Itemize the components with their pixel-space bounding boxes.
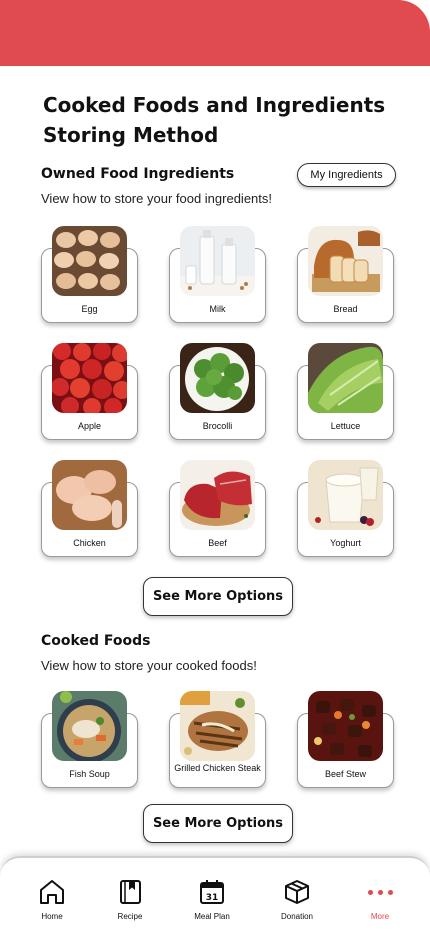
ingredient-card-bread[interactable]: Bread [297, 226, 394, 326]
nav-more[interactable]: More [345, 878, 415, 921]
calendar-icon: 31 [200, 880, 224, 904]
apple-image [52, 343, 127, 413]
ingredient-card-beef[interactable]: Beef [169, 460, 266, 560]
cooked-see-more-button[interactable]: See More Options [143, 804, 293, 843]
ingredient-card-egg[interactable]: Egg [41, 226, 138, 326]
book-icon [120, 880, 141, 904]
bread-image [308, 226, 383, 296]
card-label: Grilled Chicken Steak [174, 763, 261, 773]
more-dots-icon [345, 878, 415, 906]
yoghurt-image [308, 460, 383, 530]
ingredient-card-milk[interactable]: Milk [169, 226, 266, 326]
card-label: Egg [81, 304, 98, 314]
cooked-card-grilled-chicken-steak[interactable]: Grilled Chicken Steak [169, 691, 266, 791]
milk-image [180, 226, 255, 296]
nav-label: Home [41, 912, 63, 921]
cooked-card-beef-stew[interactable]: Beef Stew [297, 691, 394, 791]
nav-label: Donation [280, 912, 314, 921]
calendar-day: 31 [206, 893, 219, 903]
owned-section-title: Owned Food Ingredients [41, 166, 235, 182]
nav-donation[interactable]: Donation [262, 878, 332, 921]
card-label: Apple [77, 421, 102, 431]
nav-label: More [370, 912, 390, 921]
lettuce-image [308, 343, 383, 413]
ingredient-card-apple[interactable]: Apple [41, 343, 138, 443]
box-icon [285, 880, 309, 904]
card-label: Chicken [73, 538, 106, 548]
card-label: Milk [209, 304, 226, 314]
card-label: Brocolli [202, 421, 233, 431]
nav-recipe[interactable]: Recipe [95, 878, 165, 921]
ingredient-card-chicken[interactable]: Chicken [41, 460, 138, 560]
nav-label: Recipe [117, 912, 143, 921]
card-label: Fish Soup [69, 769, 110, 779]
beef-stew-image [308, 691, 383, 761]
nav-label: Meal Plan [194, 912, 230, 921]
bottom-nav: Home Recipe 31 Meal Plan Donation More [0, 856, 430, 932]
brocolli-image [180, 343, 255, 413]
cooked-card-fish-soup[interactable]: Fish Soup [41, 691, 138, 791]
ingredient-card-brocolli[interactable]: Brocolli [169, 343, 266, 443]
owned-section-subtitle: View how to store your food ingredients! [41, 191, 273, 206]
nav-meal-plan[interactable]: 31 Meal Plan [177, 878, 247, 921]
card-label: Beef [208, 538, 227, 548]
fish-soup-image [52, 691, 127, 761]
grilled-chicken-steak-image [180, 691, 255, 761]
owned-see-more-button[interactable]: See More Options [143, 577, 293, 616]
my-ingredients-button[interactable]: My Ingredients [297, 163, 396, 187]
nav-home[interactable]: Home [17, 878, 87, 921]
card-label: Beef Stew [324, 769, 367, 779]
card-label: Yoghurt [330, 538, 361, 548]
beef-image [180, 460, 255, 530]
ingredient-card-lettuce[interactable]: Lettuce [297, 343, 394, 443]
header-banner [0, 0, 430, 66]
home-icon [40, 880, 64, 904]
ingredient-card-yoghurt[interactable]: Yoghurt [297, 460, 394, 560]
card-label: Bread [333, 304, 358, 314]
page-title: Cooked Foods and Ingredients Storing Met… [43, 93, 386, 147]
cooked-section-subtitle: View how to store your cooked foods! [41, 658, 257, 673]
cooked-section-title: Cooked Foods [41, 633, 151, 649]
chicken-image [52, 460, 127, 530]
egg-image [52, 226, 127, 296]
card-label: Lettuce [330, 421, 361, 431]
